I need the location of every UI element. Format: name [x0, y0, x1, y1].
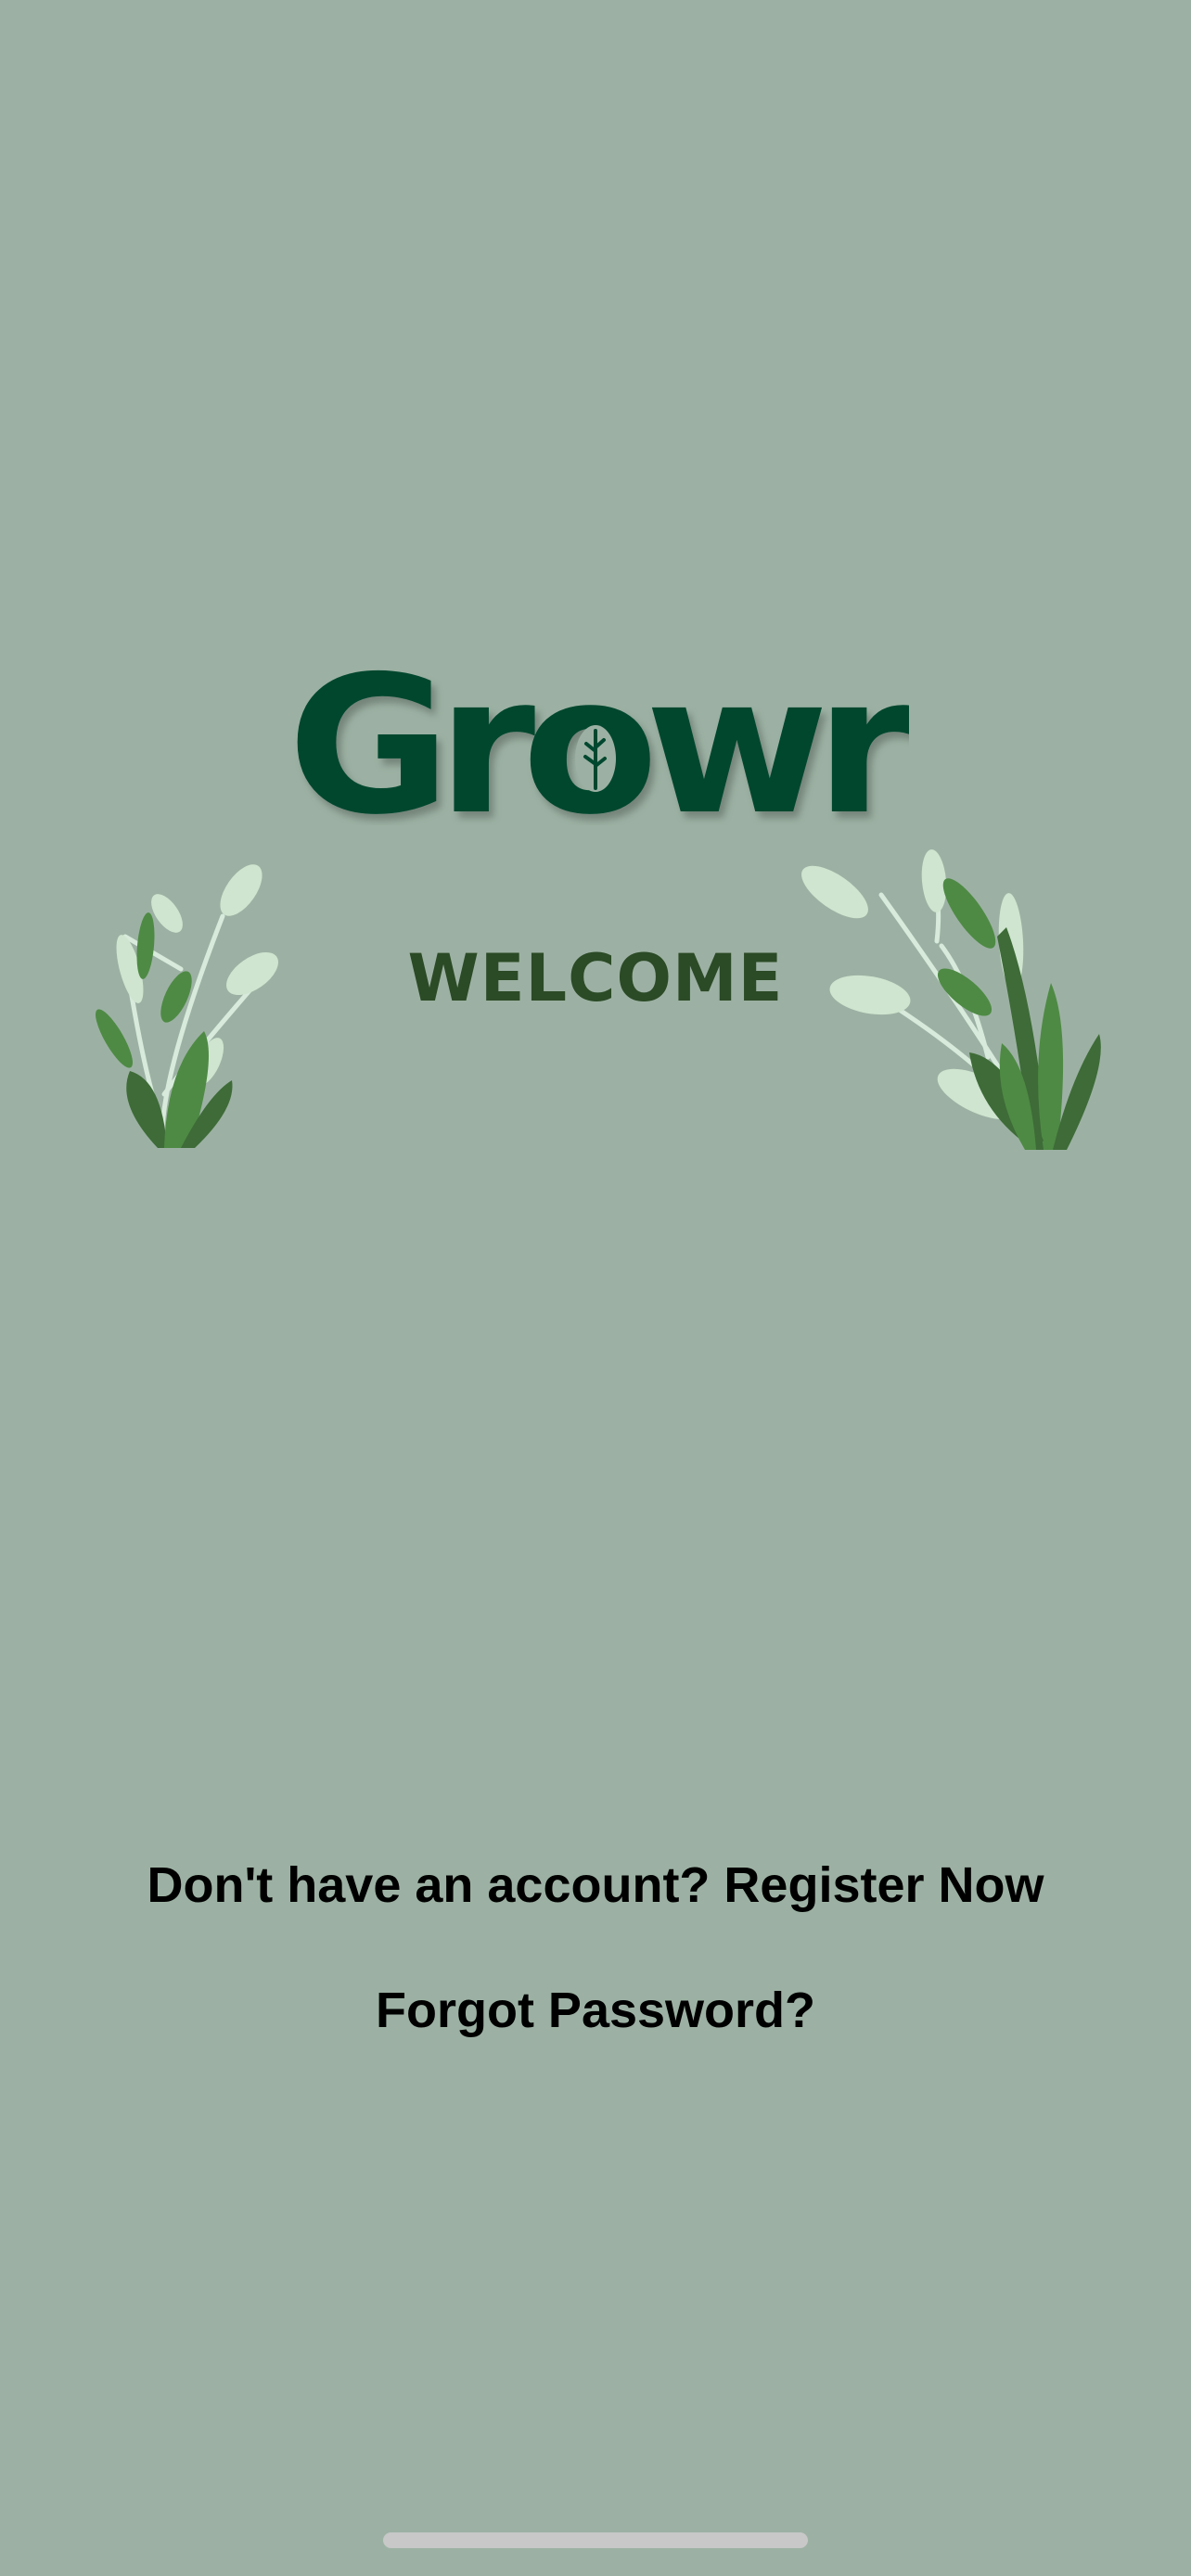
leaf-icon [575, 725, 616, 792]
right-plant-illustration [793, 844, 1108, 1153]
forgot-password-link[interactable]: Forgot Password? [0, 1978, 1191, 2043]
app-logo: Growr [288, 649, 909, 825]
home-indicator[interactable] [383, 2532, 808, 2548]
welcome-screen: Growr [0, 0, 1191, 2576]
register-now-link[interactable]: Don't have an account? Register Now [0, 1853, 1191, 1918]
